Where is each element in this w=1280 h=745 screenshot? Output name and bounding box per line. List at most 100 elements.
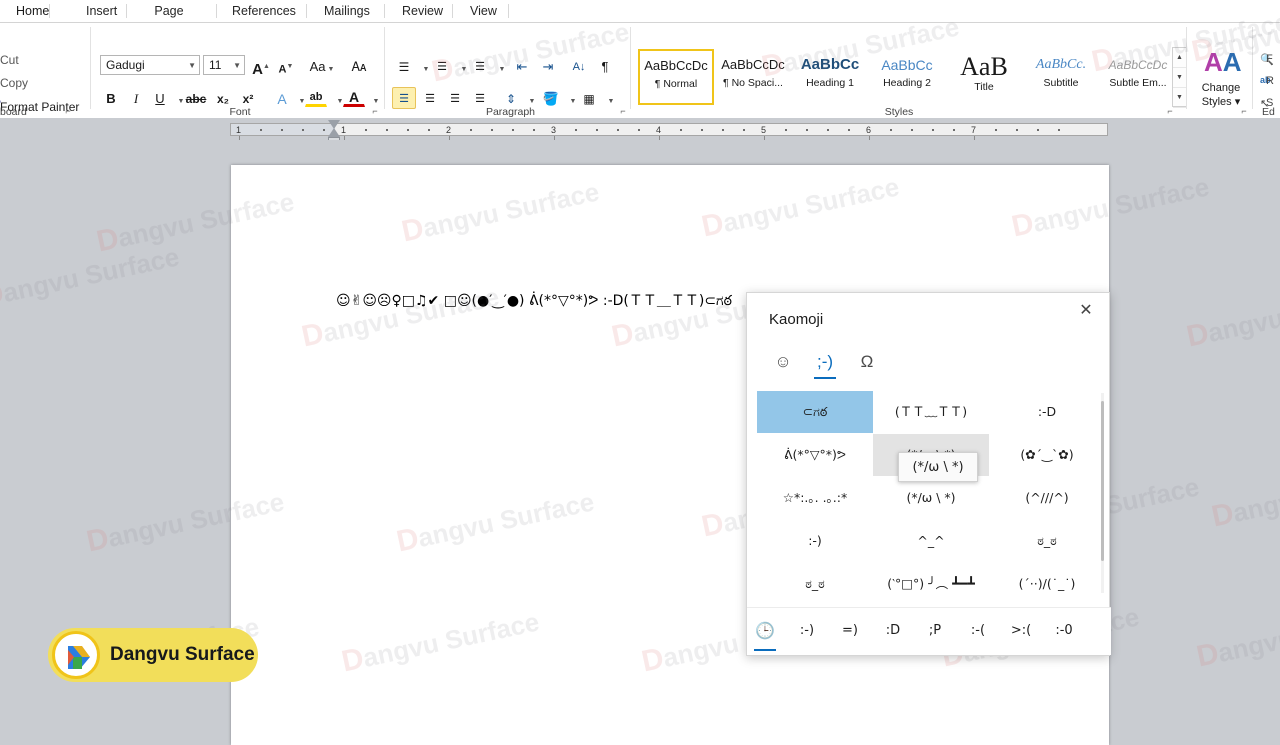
kaomoji-footer-smile[interactable]: :-)	[793, 614, 821, 648]
ruler-tick	[491, 129, 493, 131]
kaomoji-footer-sad[interactable]: :-(	[964, 614, 992, 648]
sort-button[interactable]: A↓	[568, 55, 590, 77]
grow-font-button[interactable]: A▲	[250, 55, 272, 78]
group-divider	[384, 27, 385, 109]
ruler-number: 2	[446, 125, 452, 135]
ribbon-tab-home[interactable]: Home	[6, 0, 50, 22]
shrink-font-button[interactable]: A▼	[275, 55, 297, 77]
ruler-number: 7	[971, 125, 977, 135]
kaomoji-footer-sad-icon: :-(	[970, 623, 986, 638]
ribbon-tab-insert[interactable]: Insert	[76, 0, 120, 22]
kaomoji-tab-kaomoji-icon: ;-)	[816, 352, 834, 371]
ruler-tick	[512, 129, 514, 131]
font-color-label: A	[348, 89, 360, 105]
kaomoji-cell[interactable]: ^_^	[873, 520, 989, 562]
kaomoji-cell[interactable]: (^///^)	[989, 477, 1105, 519]
kaomoji-footer-angry[interactable]: >:(	[1007, 614, 1035, 648]
highlight-color-button[interactable]: ab	[305, 85, 327, 107]
styles-dialog-launcher[interactable]: ⌐	[1164, 105, 1176, 117]
kaomoji-cell[interactable]: (´··)/(˙_˙)	[989, 563, 1105, 605]
ruler[interactable]: 1 1 2 3 4 5 6 7	[0, 118, 1280, 144]
change-case-label: Aa	[309, 59, 326, 74]
clipboard-dialog-launcher[interactable]: ⌐	[62, 105, 74, 117]
style-item-heading-1[interactable]: AaBbCс Heading 1	[792, 49, 868, 105]
numbering-button[interactable]: ☰	[430, 55, 454, 77]
ruler-track[interactable]: 1 1 2 3 4 5 6 7	[230, 123, 1108, 136]
style-item-normal[interactable]: AaBbCcDc ¶ Normal	[638, 49, 714, 105]
kaomoji-tab-symbols[interactable]: Ω	[849, 345, 885, 379]
kaomoji-cell[interactable]: (‵°□°) ╯︵ ┻━┻	[873, 563, 989, 605]
bullets-button[interactable]: ☰	[392, 55, 416, 77]
replace-button[interactable]: R	[1266, 75, 1274, 87]
styles-scroll-up-button[interactable]: ▲	[1173, 48, 1186, 68]
kaomoji-tab-kaomoji[interactable]: ;-)	[807, 345, 843, 379]
kaomoji-cell[interactable]: (✿´‿`✿)	[989, 434, 1105, 476]
kaomoji-cell[interactable]: (ＴＴ﹏ＴＴ)	[873, 391, 989, 433]
styles-scroll-down-button[interactable]: ▼	[1173, 68, 1186, 88]
font-family-combo[interactable]: Gadugi ▼	[100, 55, 200, 75]
style-item-heading-2[interactable]: AaBbCc Heading 2	[869, 49, 945, 105]
kaomoji-cell[interactable]: ಠ_ಠ	[757, 563, 873, 605]
style-item-title[interactable]: AaB Title	[946, 49, 1022, 105]
tab-divider	[384, 4, 385, 18]
ribbon-tab-view[interactable]: View	[460, 0, 502, 22]
ruler-tick	[386, 129, 388, 131]
kaomoji-footer-happy[interactable]: =)	[836, 614, 864, 648]
kaomoji-cell[interactable]: ☆*:.｡. .｡.:*	[757, 477, 873, 519]
ruler-left-margin-shade	[231, 124, 335, 135]
font-color-button[interactable]: A	[343, 85, 365, 107]
ribbon-tab-references[interactable]: References	[222, 0, 300, 22]
clipboard-group-label: board	[0, 106, 27, 118]
kaomoji-cell[interactable]: ⊂ಗఠ	[757, 391, 873, 433]
ruler-tick	[932, 129, 934, 131]
style-preview: AaBbCc	[881, 57, 933, 73]
cut-button[interactable]: Cut	[0, 53, 19, 67]
ruler-tick	[365, 129, 367, 131]
change-styles-launcher[interactable]: ⌐	[1238, 105, 1250, 117]
change-case-button[interactable]: Aa ▼	[306, 55, 338, 77]
style-item-no-spaci[interactable]: AaBbCcDc ¶ No Spaci...	[715, 49, 791, 105]
footer-underline	[754, 648, 776, 651]
kaomoji-cell[interactable]: (*/ω \ *)	[873, 477, 989, 519]
multilevel-list-button[interactable]: ☰	[468, 55, 492, 77]
close-icon[interactable]: ✕	[1071, 297, 1101, 325]
kaomoji-cell[interactable]: :-)	[757, 520, 873, 562]
font-size-combo[interactable]: 11 ▼	[203, 55, 245, 75]
ribbon-tab-mailings[interactable]: Mailings	[314, 0, 378, 22]
kaomoji-footer-tongue[interactable]: ;P	[921, 614, 949, 648]
ribbon-tab-review[interactable]: Review	[392, 0, 446, 22]
ruler-number: 1	[341, 125, 347, 135]
decrease-indent-button[interactable]: ⇤	[510, 55, 534, 77]
font-group-label: Font	[229, 106, 251, 118]
ribbon-tab-page-layout[interactable]: Page Layout	[128, 0, 210, 40]
kaomoji-footer-surprised[interactable]: :-0	[1050, 614, 1078, 648]
grow-font-label: A	[252, 61, 263, 78]
hanging-indent-marker[interactable]	[328, 128, 340, 137]
kaomoji-scrollbar-thumb[interactable]	[1101, 401, 1104, 561]
ruler-tick	[302, 129, 304, 131]
ruler-tick	[953, 129, 955, 131]
kaomoji-cell[interactable]: :-D	[989, 391, 1105, 433]
kaomoji-footer-grin[interactable]: :D	[879, 614, 907, 648]
kaomoji-cell[interactable]: ᕖ(*°▽°*)ᕗ	[757, 434, 873, 476]
style-name: Heading 1	[806, 77, 854, 89]
font-dialog-launcher[interactable]: ⌐	[369, 105, 381, 117]
styles-gallery-scrollbar[interactable]: ▲ ▼ ▼	[1172, 47, 1187, 108]
ruler-tick	[1037, 129, 1039, 131]
kaomoji-cell[interactable]: ಠ_ಠ	[989, 520, 1105, 562]
paragraph-dialog-launcher[interactable]: ⌐	[617, 105, 629, 117]
kaomoji-footer-recent[interactable]: 🕒	[751, 614, 779, 651]
copy-button[interactable]: Copy	[0, 76, 28, 90]
show-formatting-marks-button[interactable]: ¶	[594, 55, 616, 77]
kaomoji-footer-grin-icon: :D	[885, 623, 901, 638]
kaomoji-tab-emoji-icon: ☺	[774, 352, 792, 371]
style-name: Subtitle	[1043, 77, 1079, 89]
increase-indent-button[interactable]: ⇥	[536, 55, 560, 77]
find-button[interactable]: F	[1266, 53, 1273, 65]
style-item-subtitle[interactable]: AaBbCc. Subtitle	[1023, 49, 1099, 105]
kaomoji-tab-emoji[interactable]: ☺	[765, 345, 801, 379]
brand-logo-ring	[52, 631, 100, 679]
clear-formatting-icon[interactable]: 🗛	[347, 55, 371, 77]
style-item-subtle-em[interactable]: AaBbCcDc Subtle Em...	[1100, 49, 1176, 105]
style-name: ¶ Normal	[654, 78, 698, 90]
